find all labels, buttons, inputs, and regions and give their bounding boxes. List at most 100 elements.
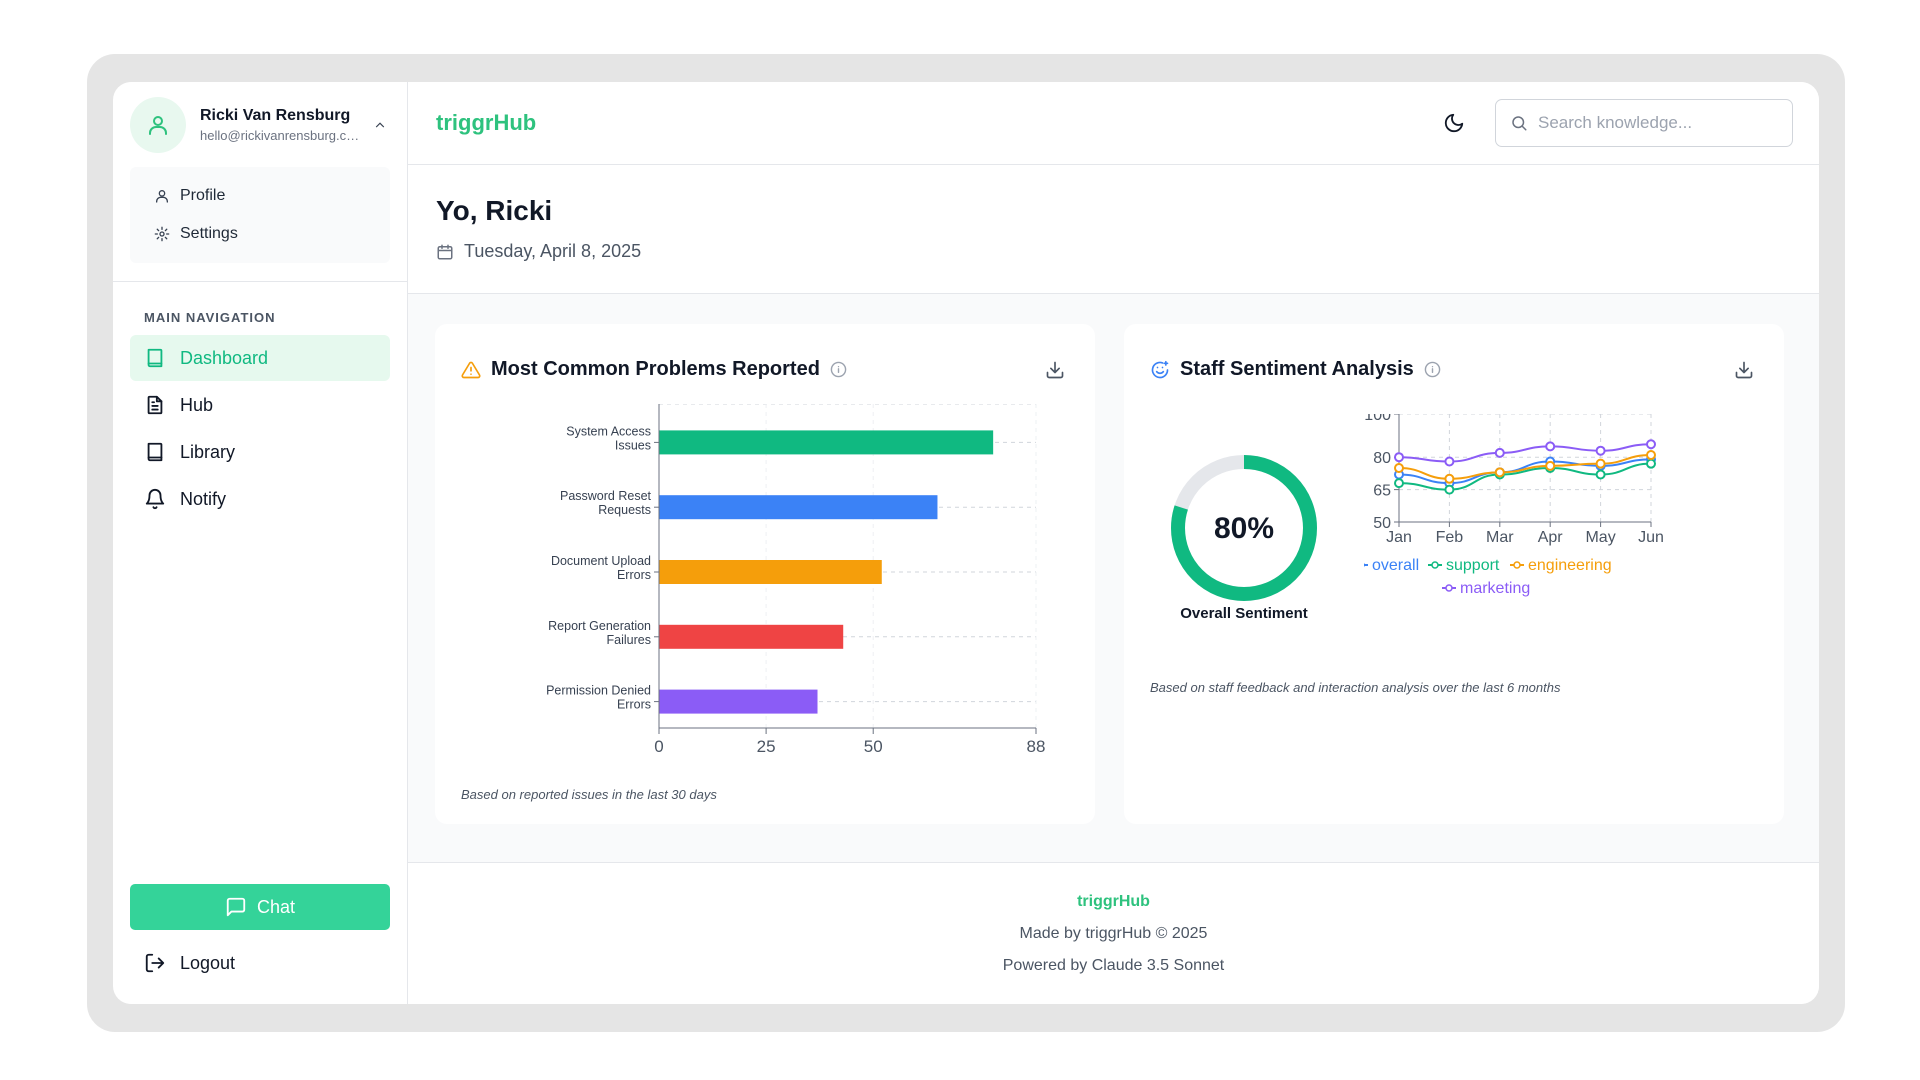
- data-point: [1494, 467, 1505, 478]
- data-point: [1444, 484, 1455, 495]
- y-tick-label: Password Reset Requests: [560, 489, 652, 517]
- data-point: [1646, 450, 1656, 461]
- page-footer: triggrHub Made by triggrHub © 2025 Power…: [408, 862, 1819, 1004]
- card-footnote: Based on staff feedback and interaction …: [1150, 680, 1561, 695]
- data-point: [1394, 463, 1404, 473]
- document-icon: [147, 395, 163, 415]
- donut-value-label: 80%: [1214, 512, 1274, 545]
- legend-label: overall: [1372, 557, 1419, 574]
- legend-swatch-marker: [1431, 561, 1439, 569]
- user-icon: [156, 190, 168, 203]
- search-icon: [1512, 116, 1527, 131]
- bell-icon: [145, 489, 165, 510]
- page-title: Yo, Ricki: [436, 195, 553, 226]
- moon-icon: [1444, 113, 1464, 133]
- bar: [659, 689, 818, 714]
- logout-label: Logout: [180, 952, 236, 973]
- logout-icon: [145, 953, 165, 973]
- data-point: [1545, 441, 1556, 452]
- main-content: triggrHub Yo, Ricki Tuesday, April 8, 20…: [408, 82, 1819, 1004]
- sidebar-item-dashboard[interactable]: Dashboard: [130, 335, 390, 381]
- user-icon: [149, 116, 167, 135]
- sidebar-item-library[interactable]: Library: [130, 429, 390, 475]
- chevron-up-icon[interactable]: [370, 115, 390, 135]
- sentiment-line-chart: 506580100Jan Feb Mar Apr May Junoverall suppor…: [1364, 414, 1664, 597]
- x-tick-label: May: [1585, 529, 1615, 546]
- data-point: [1394, 478, 1404, 489]
- x-tick-label: 0: [654, 737, 663, 756]
- x-tick-label: Mar: [1486, 529, 1514, 546]
- user-profile-header[interactable]: Ricki Van Rensburg hello@rickivanrensbur…: [113, 82, 407, 165]
- logout-button[interactable]: Logout: [144, 940, 235, 986]
- nav-heading: MAIN NAVIGATION: [144, 310, 276, 325]
- data-point: [1545, 460, 1556, 471]
- app-window: Ricki Van Rensburg hello@rickivanrensbur…: [113, 82, 1819, 1004]
- footer-brand: triggrHub: [1077, 893, 1150, 910]
- data-point: [1494, 447, 1505, 458]
- series-line-marketing: [1398, 443, 1652, 463]
- sentiment-donut-chart: 80%: [1171, 455, 1317, 601]
- search-input[interactable]: [1538, 113, 1768, 133]
- data-point: [1595, 469, 1606, 480]
- y-tick-label: Permission Denied Errors: [546, 684, 651, 712]
- sidebar-item-notify[interactable]: Notify: [130, 476, 390, 522]
- date-row: Tuesday, April 8, 2025: [436, 241, 1791, 262]
- x-tick-label: Apr: [1538, 529, 1564, 546]
- sidebar-item-hub[interactable]: Hub: [130, 382, 390, 428]
- main-navigation: Dashboard Hub Library Notify: [113, 325, 407, 522]
- theme-toggle-button[interactable]: [1439, 108, 1469, 138]
- y-tick-label: Report Generation Failures: [548, 619, 651, 647]
- data-point: [1595, 445, 1606, 456]
- data-point: [1444, 456, 1455, 467]
- search-box[interactable]: [1495, 99, 1793, 147]
- x-tick-label: 88: [1027, 737, 1046, 756]
- legend-label: marketing: [1460, 580, 1530, 597]
- card-title: Most Common Problems Reported: [491, 358, 820, 380]
- problems-card: Most Common Problems Reported System Acc…: [435, 324, 1095, 824]
- info-icon[interactable]: [1424, 361, 1441, 378]
- brand-logo[interactable]: triggrHub: [436, 110, 1439, 136]
- y-tick-label: 65: [1373, 483, 1391, 500]
- dashboard-book-icon: [147, 348, 163, 368]
- info-icon[interactable]: [830, 361, 847, 378]
- sidebar-item-label: Notify: [180, 488, 227, 509]
- download-icon[interactable]: [1734, 360, 1754, 380]
- problems-bar-chart: System Access Issues Password Reset Request…: [546, 404, 1046, 756]
- data-point: [1595, 458, 1606, 469]
- legend-swatch-marker: [1513, 561, 1521, 569]
- data-point: [1394, 452, 1404, 463]
- data-point: [1646, 458, 1656, 469]
- chat-button[interactable]: Chat: [130, 884, 390, 930]
- y-tick-label: System Access Issues: [566, 424, 651, 452]
- x-tick-label: 25: [757, 737, 776, 756]
- legend-label: support: [1446, 557, 1500, 574]
- footer-made-by: Made by triggrHub © 2025: [1019, 925, 1208, 942]
- bar: [659, 560, 882, 584]
- menu-item-settings[interactable]: Settings: [130, 215, 390, 253]
- avatar: [130, 97, 186, 153]
- card-footnote: Based on reported issues in the last 30 …: [461, 787, 717, 802]
- footer-powered-by: Powered by Claude 3.5 Sonnet: [1002, 957, 1225, 974]
- x-tick-label: 50: [864, 737, 883, 756]
- sidebar-item-label: Hub: [180, 394, 214, 415]
- legend-label: engineering: [1528, 557, 1612, 574]
- user-name: Ricki Van Rensburg: [200, 107, 351, 124]
- user-email: hello@rickivanrensburg.com: [200, 128, 360, 143]
- sidebar: Ricki Van Rensburg hello@rickivanrensbur…: [113, 82, 408, 1004]
- bar: [659, 624, 844, 649]
- sentiment-card: Staff Sentiment Analysis 80% Overall Sen…: [1124, 324, 1784, 824]
- bar: [659, 430, 994, 455]
- sidebar-item-label: Library: [180, 441, 236, 462]
- current-date: Tuesday, April 8, 2025: [464, 241, 642, 261]
- download-icon[interactable]: [1045, 360, 1065, 380]
- warning-icon: [461, 361, 481, 378]
- y-tick-label: 100: [1364, 414, 1391, 424]
- calendar-icon: [437, 244, 453, 259]
- gear-icon: [154, 226, 170, 242]
- chat-bubble-icon: [226, 897, 246, 917]
- menu-item-profile[interactable]: Profile: [130, 177, 390, 215]
- x-tick-label: Feb: [1436, 529, 1464, 546]
- bar: [659, 495, 938, 520]
- book-icon: [147, 442, 163, 462]
- menu-item-label: Settings: [180, 225, 238, 242]
